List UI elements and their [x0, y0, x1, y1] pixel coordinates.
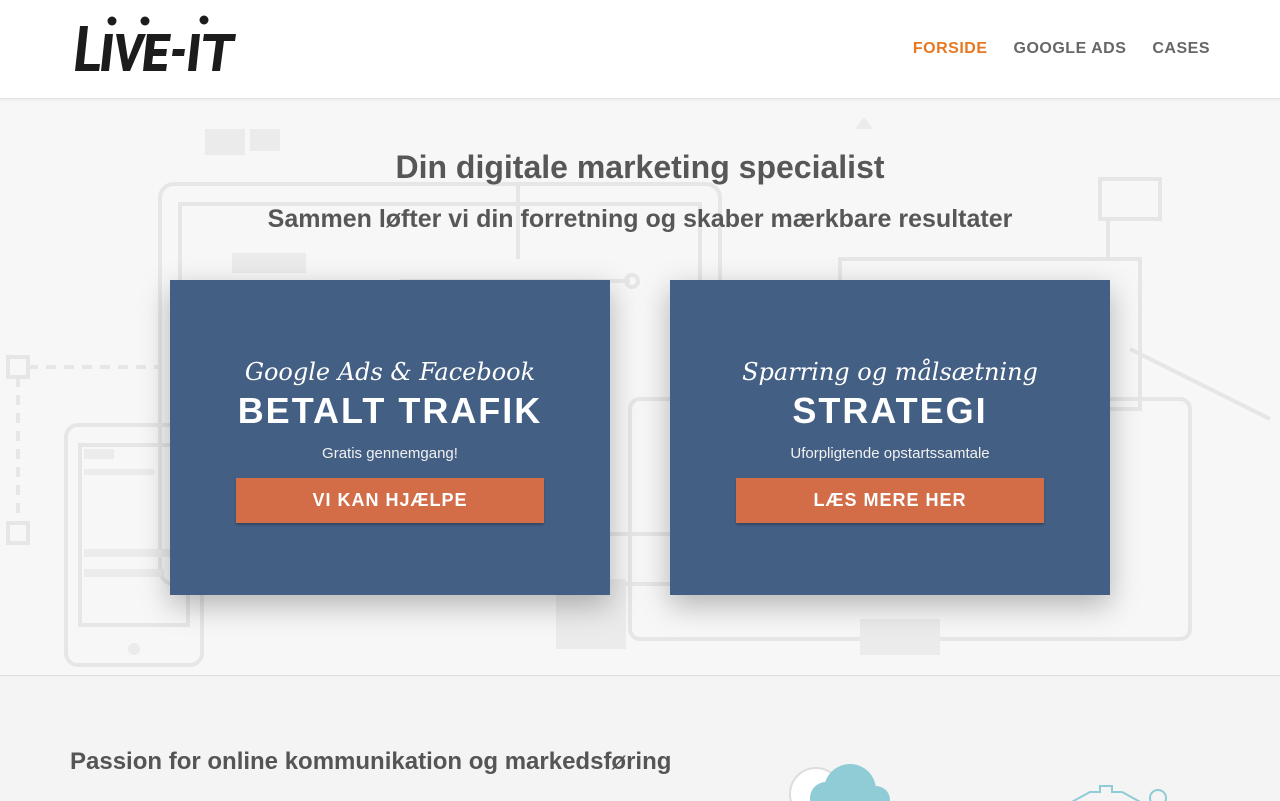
hero-subtitle: Sammen løfter vi din forretning og skabe…	[267, 205, 1013, 233]
card-title: BETALT TRAFIK	[237, 390, 543, 431]
section-heading: Passion for online kommunikation og mark…	[70, 748, 672, 775]
site-logo[interactable]	[74, 12, 246, 76]
laes-mere-her-button[interactable]: LÆS MERE HER	[736, 478, 1044, 523]
cloud-icon	[789, 764, 890, 801]
card-text: Uforpligtende opstartssamtale	[790, 445, 990, 462]
card-text: Gratis gennemgang!	[322, 445, 458, 462]
card-paid-traffic: Google Ads & Facebook BETALT TRAFIK Grat…	[170, 280, 610, 595]
nav-item-forside[interactable]: FORSIDE	[913, 37, 988, 61]
card-script-heading: Sparring og målsætning	[742, 358, 1038, 386]
gear-illustration-icon	[1071, 785, 1167, 801]
nav-item-cases[interactable]: CASES	[1152, 37, 1210, 61]
vi-kan-hjaelpe-button[interactable]: VI KAN HJÆLPE	[236, 478, 544, 523]
logo-graphic	[75, 15, 236, 71]
card-title: STRATEGI	[792, 390, 988, 431]
passion-section: Passion for online kommunikation og mark…	[0, 675, 1280, 801]
main-nav: FORSIDE GOOGLE ADS CASES	[913, 37, 1210, 61]
card-script-heading: Google Ads & Facebook	[244, 358, 536, 386]
card-strategy: Sparring og målsætning STRATEGI Uforplig…	[670, 280, 1110, 595]
hero-title: Din digitale marketing specialist	[395, 149, 885, 185]
hero-section: Din digitale marketing specialist Sammen…	[0, 99, 1280, 675]
site-header: FORSIDE GOOGLE ADS CASES	[0, 0, 1280, 99]
nav-item-google-ads[interactable]: GOOGLE ADS	[1014, 37, 1127, 61]
